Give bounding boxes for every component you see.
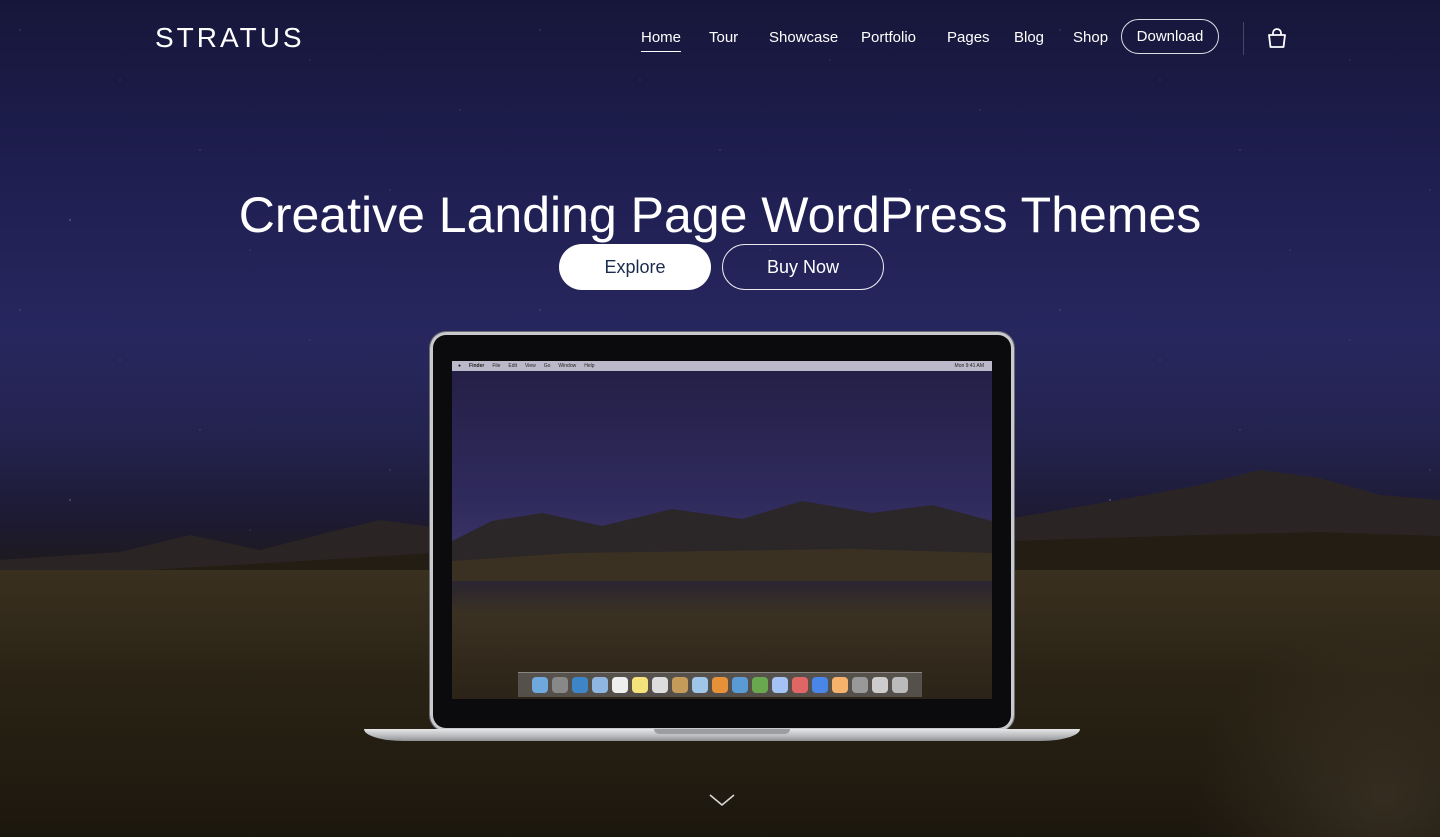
system-preferences-icon <box>852 677 868 693</box>
menubar-clock: Mon 9:41 AM <box>954 363 984 369</box>
safari-icon <box>572 677 588 693</box>
menubar-go: Go <box>543 363 551 369</box>
nav-item-portfolio[interactable]: Portfolio <box>861 29 916 46</box>
documents-icon <box>872 677 888 693</box>
calendar-icon <box>612 677 628 693</box>
screen-mountains <box>452 501 992 581</box>
finder-icon <box>532 677 548 693</box>
nav-item-blog[interactable]: Blog <box>1014 29 1044 46</box>
nav-item-shop[interactable]: Shop <box>1073 29 1108 46</box>
buy-now-button[interactable]: Buy Now <box>722 244 884 290</box>
laptop-screen: ● Finder File Edit View Go Window Help M… <box>452 361 992 699</box>
laptop-notch <box>654 729 790 734</box>
iphoto-icon <box>772 677 788 693</box>
landing-page: STRATUS Home Tour Showcase Portfolio Pag… <box>0 0 1440 837</box>
contacts-icon <box>672 677 688 693</box>
facetime-icon <box>752 677 768 693</box>
mail-icon <box>592 677 608 693</box>
itunes-icon <box>792 677 808 693</box>
ibooks-icon <box>832 677 848 693</box>
launchpad-icon <box>552 677 568 693</box>
maps-icon <box>692 677 708 693</box>
notes-icon <box>632 677 648 693</box>
reminders-icon <box>652 677 668 693</box>
explore-button[interactable]: Explore <box>559 244 711 290</box>
menubar-edit: Edit <box>508 363 517 369</box>
apple-icon: ● <box>458 363 462 369</box>
brand-logo[interactable]: STRATUS <box>155 22 305 54</box>
trash-icon <box>892 677 908 693</box>
nav-divider <box>1243 22 1244 55</box>
app-store-icon <box>812 677 828 693</box>
menubar-view: View <box>525 363 536 369</box>
mac-menubar: ● Finder File Edit View Go Window Help M… <box>452 361 992 371</box>
menubar-window: Window <box>558 363 577 369</box>
mac-dock <box>518 672 922 697</box>
chevron-down-icon[interactable] <box>708 792 736 808</box>
nav-item-tour[interactable]: Tour <box>709 29 738 46</box>
menubar-file: File <box>492 363 501 369</box>
photos-icon <box>712 677 728 693</box>
hero-title: Creative Landing Page WordPress Themes <box>238 186 1202 243</box>
nav-item-pages[interactable]: Pages <box>947 29 990 46</box>
shopping-bag-icon[interactable] <box>1266 27 1288 49</box>
nav-item-showcase[interactable]: Showcase <box>769 29 838 46</box>
nav-item-home[interactable]: Home <box>641 29 682 52</box>
messages-icon <box>732 677 748 693</box>
download-button[interactable]: Download <box>1121 19 1219 54</box>
menubar-finder: Finder <box>469 363 485 369</box>
menubar-help: Help <box>584 363 595 369</box>
dirt-path <box>1160 590 1440 837</box>
